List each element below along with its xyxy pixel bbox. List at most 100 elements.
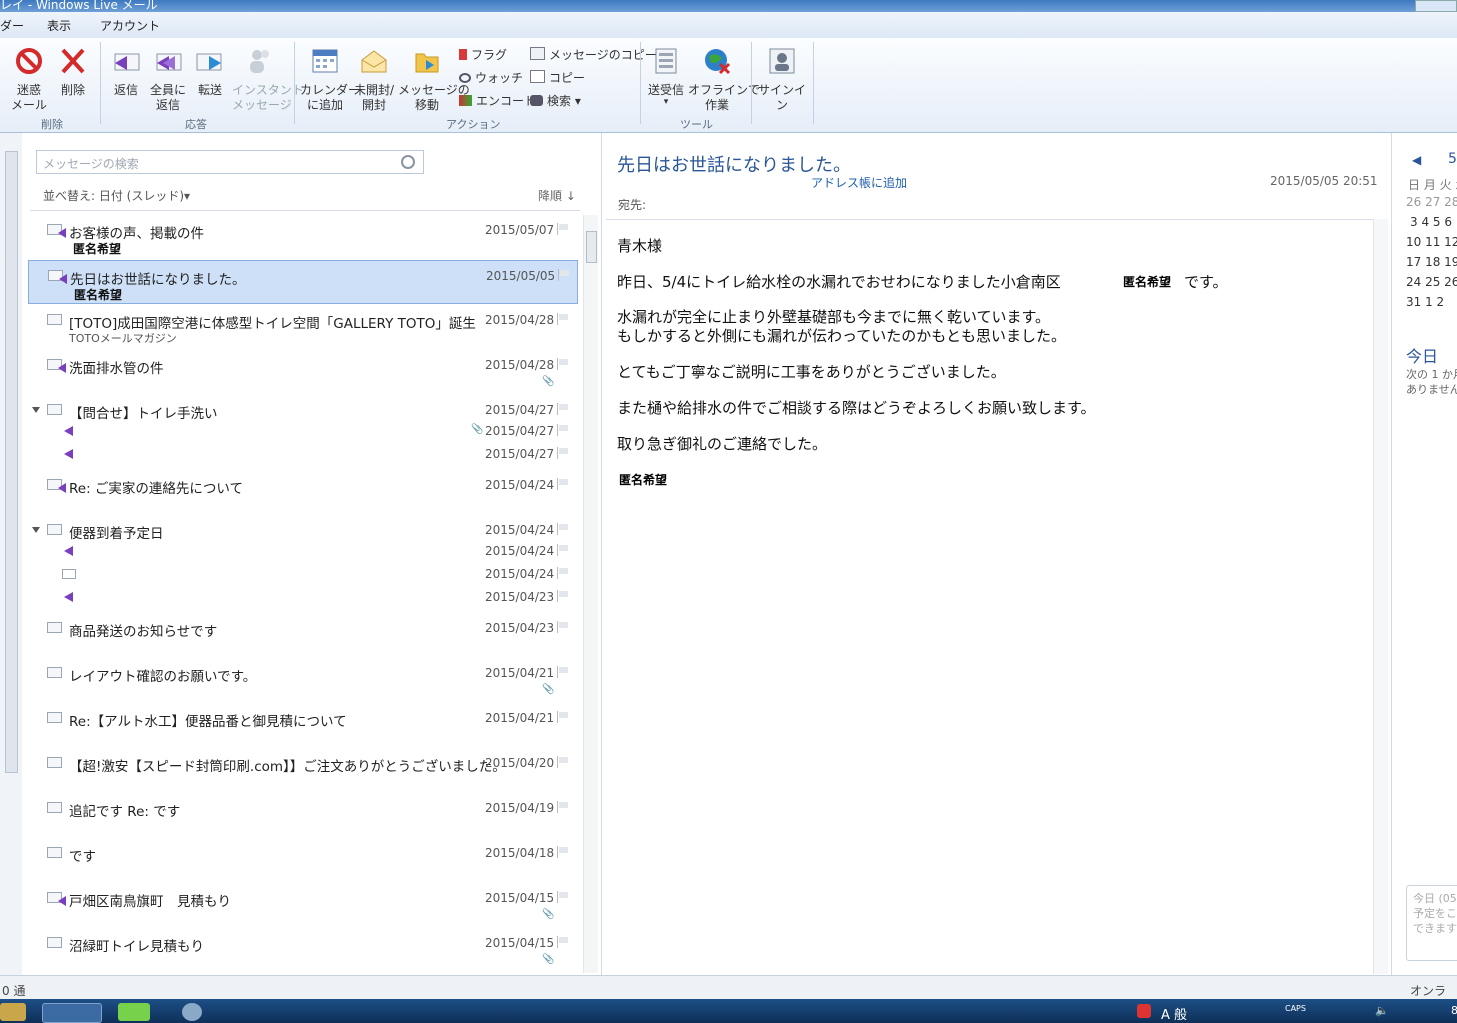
ime-icon[interactable]: A 般 <box>1161 1004 1187 1023</box>
message-row[interactable]: [TOTO]成田国際空港に体感型トイレ空間「GALLERY TOTO」誕生 TOT… <box>28 305 578 349</box>
flag-icon <box>459 49 467 60</box>
window-controls[interactable] <box>1415 0 1457 12</box>
message-row[interactable]: Re: ご実家の連絡先について 2015/04/24 <box>28 470 578 514</box>
flag-button[interactable]: フラグ <box>459 46 507 63</box>
reply-button[interactable]: 返信 <box>108 46 144 98</box>
find-button[interactable]: 検索 ▾ <box>530 92 581 109</box>
prev-month-icon[interactable]: ◀ <box>1412 153 1421 167</box>
scrollbar-thumb[interactable] <box>586 231 597 263</box>
thread-expand-icon[interactable] <box>32 407 40 413</box>
sign-in-button[interactable]: サインイン <box>757 46 807 113</box>
flag-icon[interactable] <box>557 424 570 436</box>
message-subject: 便器到着予定日 <box>69 526 164 542</box>
attachment-icon: 📎 <box>542 684 555 695</box>
flag-icon[interactable] <box>557 621 570 633</box>
paint-icon[interactable] <box>182 1003 202 1021</box>
app-icon[interactable] <box>118 1003 150 1021</box>
message-row[interactable]: 戸畑区南鳥旗町 見積もり 2015/04/15 📎 <box>28 883 578 927</box>
message-row[interactable]: 洗面排水管の件 2015/04/28 📎 <box>28 350 578 394</box>
thread-child-row[interactable]: 📎 2015/04/27 <box>28 420 578 442</box>
menu-folder[interactable]: ダー <box>0 17 24 34</box>
attachment-icon: 📎 <box>542 376 555 387</box>
flag-icon[interactable] <box>557 756 570 768</box>
calendar-week[interactable]: 10 11 12 1 <box>1406 235 1457 249</box>
quick-event-box[interactable]: 今日 (05 予定をこ できます <box>1406 885 1457 961</box>
move-message-button[interactable]: メッセージの 移動 <box>398 46 470 113</box>
folder-pane-collapsed[interactable] <box>0 133 23 975</box>
message-date: 2015/04/21 <box>485 711 555 725</box>
add-to-calendar-button[interactable]: カレンダー に追加 <box>300 46 361 113</box>
flag-icon[interactable] <box>557 936 570 948</box>
message-row[interactable]: Re:【アルト水工】便器品番と御見積について 2015/04/21 <box>28 703 578 747</box>
envelope-icon <box>47 524 62 535</box>
message-row[interactable]: 【超!激安【スピード封筒印刷.com】】ご注文ありがとうございました。 2015/… <box>28 748 578 792</box>
flag-icon[interactable] <box>557 447 570 459</box>
message-row[interactable]: 商品発送のお知らせです 2015/04/23 <box>28 613 578 657</box>
thread-child-row[interactable]: 2015/04/24 <box>28 563 578 585</box>
junk-button[interactable]: 迷惑 メール <box>8 46 50 113</box>
thread-child-row[interactable]: 2015/04/24 <box>28 540 578 562</box>
flag-icon[interactable] <box>557 846 570 858</box>
flag-icon[interactable] <box>557 801 570 813</box>
message-row[interactable]: 沼緑町トイレ見積もり 2015/04/15 📎 <box>28 928 578 972</box>
calendar-week[interactable]: 24 25 26 2 <box>1406 275 1457 289</box>
copy-message-button[interactable]: メッセージのコピー <box>530 46 657 63</box>
search-input[interactable]: メッセージの検索 <box>43 155 139 172</box>
message-row[interactable]: 先日はお世話になりました。 匿名希望 2015/05/05 <box>28 260 578 304</box>
message-row[interactable]: 追記です Re: です 2015/04/19 <box>28 793 578 837</box>
flag-icon[interactable] <box>557 358 570 370</box>
message-row[interactable]: レイアウト確認のお願いです。 2015/04/21 📎 <box>28 658 578 702</box>
arrow-down-icon: ↓ <box>565 189 576 203</box>
flag-icon[interactable] <box>557 711 570 723</box>
flag-icon[interactable] <box>557 891 570 903</box>
message-row[interactable]: お客様の声、掲載の件 匿名希望 2015/05/07 <box>28 215 578 259</box>
encode-button[interactable]: エンコード <box>459 92 536 109</box>
calendar-week[interactable]: 31 1 2 <box>1406 295 1444 309</box>
security-icon[interactable] <box>1137 1004 1151 1018</box>
add-to-calendar-label: カレンダー に追加 <box>300 83 361 112</box>
volume-icon[interactable]: 🔈 <box>1375 1004 1389 1017</box>
chrome-icon[interactable] <box>42 1003 102 1023</box>
message-list-scrollbar[interactable] <box>583 215 598 973</box>
search-icon[interactable] <box>401 155 415 169</box>
flag-icon[interactable] <box>557 590 570 602</box>
sort-by[interactable]: 並べ替え: 日付 (スレッド)▾ <box>43 187 190 204</box>
replied-icon <box>64 426 73 436</box>
flag-icon[interactable] <box>557 567 570 579</box>
flag-icon[interactable] <box>557 666 570 678</box>
message-subject: 戸畑区南鳥旗町 見積もり <box>69 894 231 910</box>
instant-message-button[interactable]: インスタント メッセージ <box>232 46 304 113</box>
message-row[interactable]: です 2015/04/18 <box>28 838 578 882</box>
unread-read-button[interactable]: 未開封/ 開封 <box>352 46 396 113</box>
flag-icon[interactable] <box>557 313 570 325</box>
sort-order[interactable]: 降順 ↓ <box>538 187 576 204</box>
calendar-week[interactable]: 17 18 19 2 <box>1406 255 1457 269</box>
work-offline-button[interactable]: オフラインで 作業 <box>688 46 760 113</box>
send-receive-button[interactable]: 送受信 ▾ <box>646 46 686 107</box>
flag-icon[interactable] <box>557 544 570 556</box>
menu-account[interactable]: アカウント <box>100 17 160 34</box>
flag-icon[interactable] <box>557 403 570 415</box>
reading-pane-scrollbar[interactable] <box>1373 219 1388 974</box>
thread-child-row[interactable]: 2015/04/23 <box>28 586 578 608</box>
flag-icon[interactable] <box>558 269 571 281</box>
copy-button[interactable]: コピー <box>530 69 585 86</box>
flag-icon[interactable] <box>557 478 570 490</box>
thread-child-row[interactable]: 2015/04/27 <box>28 443 578 465</box>
message-date: 2015/04/28 <box>485 358 555 372</box>
reply-all-button[interactable]: 全員に 返信 <box>148 46 188 113</box>
thread-expand-icon[interactable] <box>32 527 40 533</box>
calendar-week[interactable]: 26 27 28 2 <box>1406 195 1457 209</box>
flag-icon[interactable] <box>557 523 570 535</box>
message-search[interactable]: メッセージの検索 <box>36 150 424 174</box>
add-to-address-book-link[interactable]: アドレス帳に追加 <box>811 174 907 191</box>
flag-icon[interactable] <box>557 223 570 235</box>
folder-pane-scrollbar[interactable] <box>5 151 18 773</box>
delete-button[interactable]: 削除 <box>56 46 90 98</box>
watch-button[interactable]: ウォッチ <box>459 69 523 86</box>
calendar-week[interactable]: 3 4 5 6 <box>1410 215 1452 229</box>
junk-label: 迷惑 メール <box>10 83 47 112</box>
forward-button[interactable]: 転送 <box>192 46 228 98</box>
explorer-icon[interactable] <box>0 1003 26 1021</box>
menu-view[interactable]: 表示 <box>47 17 71 34</box>
